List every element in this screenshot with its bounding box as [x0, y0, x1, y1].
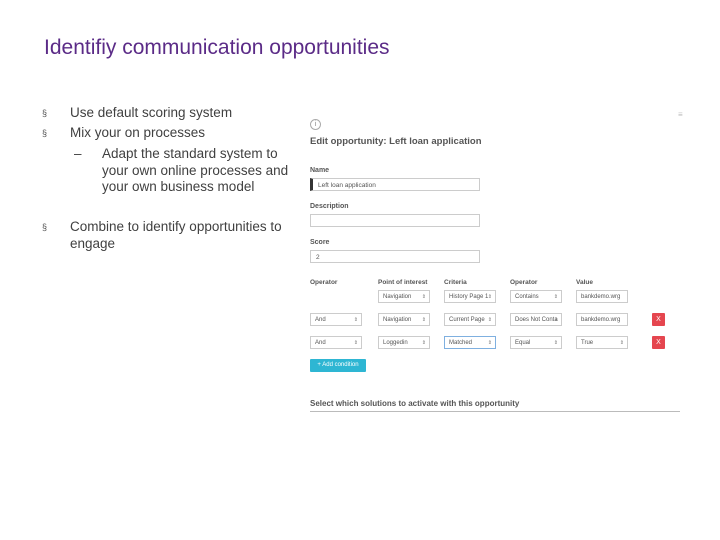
sub-bullet-marker: – — [74, 146, 82, 161]
bullet-item: § Use default scoring system — [42, 105, 232, 122]
name-label: Name — [310, 167, 330, 174]
info-icon[interactable]: i — [310, 119, 321, 130]
column-header-operator-2: Operator — [510, 279, 538, 286]
value-field[interactable]: bankdemo.wrg — [576, 313, 628, 326]
criteria-select-value: History Page 1 — [449, 294, 489, 300]
value-field[interactable]: bankdemo.wrg — [576, 290, 628, 303]
column-header-point-of-interest: Point of interest — [378, 279, 428, 286]
sub-bullet-text: Adapt the standard system to your own on… — [102, 146, 289, 194]
divider — [310, 411, 680, 412]
poi-select-value: Navigation — [383, 294, 412, 300]
chevron-updown-icon: ⇕ — [487, 317, 492, 323]
operator-select[interactable]: Equal ⇕ — [510, 336, 562, 349]
chevron-updown-icon: ⇕ — [553, 340, 558, 346]
chevron-updown-icon: ⇕ — [619, 340, 624, 346]
menu-icon[interactable]: ≡ — [678, 110, 683, 119]
bullet-marker: § — [42, 222, 48, 232]
solutions-section-title: Select which solutions to activate with … — [310, 399, 520, 408]
bullet-marker: § — [42, 128, 48, 138]
value-select[interactable]: True ⇕ — [576, 336, 628, 349]
chevron-updown-icon: ⇕ — [421, 340, 426, 346]
poi-select[interactable]: Loggedin ⇕ — [378, 336, 430, 349]
chevron-updown-icon: ⇕ — [487, 340, 492, 346]
logic-operator-select[interactable]: And ⇕ — [310, 313, 362, 326]
score-field[interactable]: 2 — [310, 250, 480, 263]
chevron-updown-icon: ⇕ — [353, 317, 358, 323]
operator-select-value: Contains — [515, 294, 539, 300]
description-field[interactable] — [310, 214, 480, 227]
bullet-marker: § — [42, 108, 48, 118]
bullet-text: Use default scoring system — [70, 105, 233, 120]
name-field[interactable]: Left loan application — [310, 178, 480, 191]
criteria-select-value: Matched — [449, 340, 473, 346]
edit-opportunity-title: Edit opportunity: Left loan application — [310, 136, 482, 147]
chevron-updown-icon: ⇕ — [553, 294, 558, 300]
criteria-select-value: Current Page — [449, 317, 485, 323]
poi-select[interactable]: Navigation ⇕ — [378, 290, 430, 303]
bullet-item: § Mix your on processes — [42, 125, 205, 142]
logic-operator-value: And — [315, 317, 326, 323]
criteria-select[interactable]: Matched ⇕ — [444, 336, 496, 349]
logic-operator-value: And — [315, 340, 326, 346]
column-header-criteria: Criteria — [444, 279, 467, 286]
chevron-updown-icon: ⇕ — [421, 317, 426, 323]
value-select-value: True — [581, 340, 594, 346]
column-header-operator: Operator — [310, 279, 338, 286]
delete-condition-button[interactable]: X — [652, 336, 665, 349]
bullet-text: Combine to identify opportunities to eng… — [70, 219, 282, 251]
operator-select[interactable]: Contains ⇕ — [510, 290, 562, 303]
poi-select[interactable]: Navigation ⇕ — [378, 313, 430, 326]
operator-select-value: Does Not Conta — [515, 317, 558, 323]
chevron-updown-icon: ⇕ — [421, 294, 426, 300]
bullet-item: § Combine to identify opportunities to e… — [42, 219, 292, 252]
edit-opportunity-screenshot: i ≡ Edit opportunity: Left loan applicat… — [300, 108, 700, 423]
chevron-updown-icon: ⇕ — [487, 294, 492, 300]
poi-select-value: Loggedin — [383, 340, 408, 346]
add-condition-button[interactable]: + Add condition — [310, 359, 366, 372]
logic-operator-select[interactable]: And ⇕ — [310, 336, 362, 349]
operator-select[interactable]: Does Not Conta ⇕ — [510, 313, 562, 326]
operator-select-value: Equal — [515, 340, 531, 346]
chevron-updown-icon: ⇕ — [553, 317, 558, 323]
sub-bullet-item: – Adapt the standard system to your own … — [74, 146, 299, 196]
value-field-value: bankdemo.wrg — [581, 294, 621, 300]
chevron-updown-icon: ⇕ — [353, 340, 358, 346]
column-header-value: Value — [576, 279, 593, 286]
value-field-value: bankdemo.wrg — [581, 317, 621, 323]
bullet-text: Mix your on processes — [70, 125, 206, 140]
delete-condition-button[interactable]: X — [652, 313, 665, 326]
description-label: Description — [310, 203, 349, 210]
poi-select-value: Navigation — [383, 317, 412, 323]
criteria-select[interactable]: History Page 1 ⇕ — [444, 290, 496, 303]
slide-title: Identifiy communication opportunities — [44, 36, 390, 59]
score-label: Score — [310, 239, 330, 246]
criteria-select[interactable]: Current Page ⇕ — [444, 313, 496, 326]
